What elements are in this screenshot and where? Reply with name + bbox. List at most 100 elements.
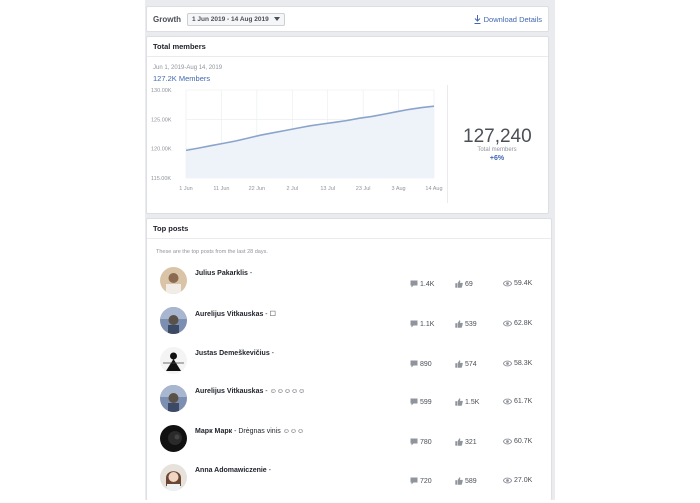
post-title[interactable]: Aurelijus Vitkauskas - ☐ (195, 310, 276, 318)
members-chart: 115.00K 120.00K 125.00K 130.00K 1 Jun 11 Jun 2… (147, 83, 447, 203)
post-title[interactable]: Aurelijus Vitkauskas - ☺☺☺☺☺ (195, 388, 305, 395)
comment-count-value: 1.1K (420, 321, 434, 328)
post-author[interactable]: Aurelijus Vitkauskas (195, 388, 263, 395)
post-row[interactable]: Aurelijus Vitkauskas - ☺☺☺☺☺ 599 1.5K 61.7K (147, 385, 553, 424)
like-count-value: 69 (465, 281, 473, 288)
post-row[interactable]: Julius Pakarklis - 1.4K 69 59.4K (147, 267, 553, 306)
like-count-value: 574 (465, 361, 477, 368)
view-count-value: 58.3K (514, 360, 532, 367)
members-area (186, 106, 434, 178)
post-text: - (267, 467, 271, 474)
x-tick-label: 2 Jul (286, 186, 298, 192)
post-text: - (270, 350, 274, 357)
comment-icon (410, 360, 418, 368)
post-text: - Drėgnas vinis ☺☺☺ (232, 428, 304, 435)
post-row[interactable]: Aurelijus Vitkauskas - ☐ 1.1K 539 62.8K (147, 307, 553, 346)
post-author[interactable]: Justas Demeškevičius (195, 350, 270, 357)
like-icon (455, 438, 463, 446)
post-row[interactable]: Марк Марк - Drėgnas vinis ☺☺☺ 780 321 60.7K (147, 425, 553, 464)
like-icon (455, 360, 463, 368)
members-date-range: Jun 1, 2019-Aug 14, 2019 (153, 65, 222, 71)
comment-count-value: 720 (420, 478, 432, 485)
post-text: - ☺☺☺☺☺ (263, 388, 305, 395)
members-count-small: 127.2K Members (153, 74, 210, 83)
comment-count-value: 599 (420, 399, 432, 406)
like-count: 1.5K (455, 398, 479, 406)
author-avatar[interactable] (160, 385, 187, 412)
comment-count: 1.1K (410, 320, 434, 328)
post-author[interactable]: Julius Pakarklis (195, 270, 248, 277)
comment-icon (410, 438, 418, 446)
views-icon (503, 398, 512, 405)
view-count-value: 62.8K (514, 320, 532, 327)
comment-count-value: 890 (420, 361, 432, 368)
view-count-value: 60.7K (514, 438, 532, 445)
views-icon (503, 280, 512, 287)
x-tick-label: 14 Aug (425, 186, 442, 192)
post-title[interactable]: Марк Марк - Drėgnas vinis ☺☺☺ (195, 428, 304, 435)
comment-count: 890 (410, 360, 432, 368)
top-posts-card: Top posts These are the top posts from t… (146, 218, 552, 500)
post-title[interactable]: Anna Adomawiczenie - (195, 467, 271, 474)
total-members-label: Total members (467, 147, 527, 153)
like-count-value: 589 (465, 478, 477, 485)
views-icon (503, 438, 512, 445)
top-posts-subtitle: These are the top posts from the last 28… (156, 249, 268, 255)
post-title[interactable]: Julius Pakarklis - (195, 270, 252, 277)
x-tick-label: 13 Jul (320, 186, 335, 192)
x-tick-label: 3 Aug (392, 186, 406, 192)
growth-header: Growth 1 Jun 2019 - 14 Aug 2019 Download… (146, 6, 549, 32)
post-author[interactable]: Aurelijus Vitkauskas (195, 311, 263, 318)
members-change: +6% (467, 155, 527, 162)
download-details-link[interactable]: Download Details (474, 15, 542, 24)
date-range-value: 1 Jun 2019 - 14 Aug 2019 (192, 16, 269, 23)
download-icon (474, 15, 481, 24)
y-tick-label: 125.00K (151, 117, 172, 123)
comment-count: 599 (410, 398, 432, 406)
views-icon (503, 477, 512, 484)
comment-icon (410, 398, 418, 406)
like-count-value: 321 (465, 439, 477, 446)
x-tick-label: 1 Jun (179, 186, 192, 192)
y-tick-label: 120.00K (151, 147, 172, 153)
post-title[interactable]: Justas Demeškevičius - (195, 350, 274, 357)
download-details-label: Download Details (484, 15, 542, 24)
x-tick-label: 23 Jul (356, 186, 371, 192)
post-author[interactable]: Марк Марк (195, 428, 232, 435)
like-count: 321 (455, 438, 477, 446)
date-range-dropdown[interactable]: 1 Jun 2019 - 14 Aug 2019 (187, 13, 285, 26)
like-icon (455, 398, 463, 406)
author-avatar[interactable] (160, 347, 187, 374)
like-count: 539 (455, 320, 477, 328)
like-count-value: 1.5K (465, 399, 479, 406)
post-author[interactable]: Anna Adomawiczenie (195, 467, 267, 474)
comment-count-value: 780 (420, 439, 432, 446)
author-avatar[interactable] (160, 464, 187, 491)
view-count-value: 27.0K (514, 477, 532, 484)
comment-count: 780 (410, 438, 432, 446)
author-avatar[interactable] (160, 425, 187, 452)
author-avatar[interactable] (160, 307, 187, 334)
x-tick-label: 22 Jun (249, 186, 266, 192)
total-members-card: Total members Jun 1, 2019-Aug 14, 2019 1… (146, 36, 549, 214)
post-row[interactable]: Anna Adomawiczenie - 720 589 27.0K (147, 464, 553, 503)
comment-icon (410, 477, 418, 485)
like-icon (455, 477, 463, 485)
x-tick-label: 11 Jun (213, 186, 229, 192)
comment-count: 720 (410, 477, 432, 485)
view-count: 61.7K (503, 398, 532, 405)
growth-label: Growth (153, 15, 181, 24)
like-icon (455, 320, 463, 328)
comment-icon (410, 320, 418, 328)
y-tick-label: 130.00K (151, 88, 172, 94)
y-tick-label: 115.00K (151, 176, 171, 182)
comment-icon (410, 280, 418, 288)
post-text: - ☐ (263, 311, 276, 318)
author-avatar[interactable] (160, 267, 187, 294)
views-icon (503, 320, 512, 327)
view-count: 59.4K (503, 280, 532, 287)
total-members-number: 127,240 (463, 126, 532, 148)
like-icon (455, 280, 463, 288)
comment-count-value: 1.4K (420, 281, 434, 288)
post-row[interactable]: Justas Demeškevičius - 890 574 58.3K (147, 347, 553, 386)
